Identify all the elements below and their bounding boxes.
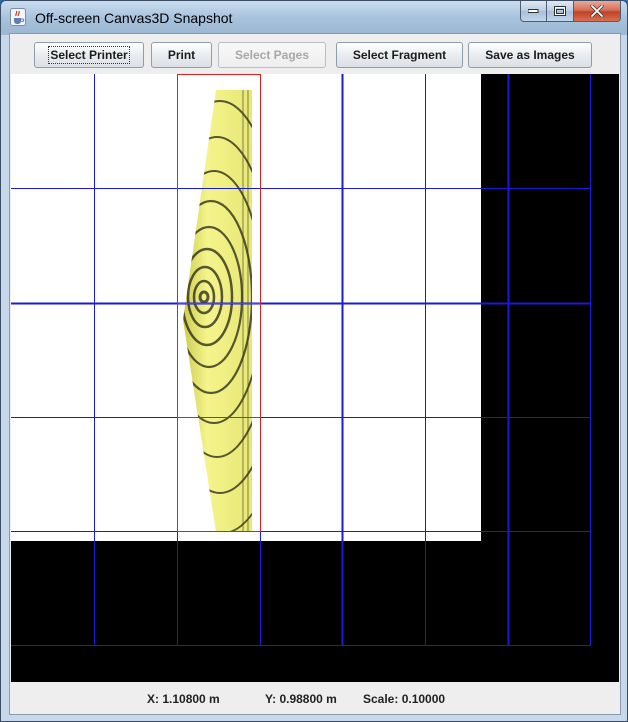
minimize-icon	[528, 9, 539, 13]
print-button[interactable]: Print	[151, 42, 212, 68]
scale-readout: Scale: 0.10000	[363, 692, 446, 706]
status-bar: X: 1.10800 m Y: 0.98800 m Scale: 0.10000	[10, 682, 620, 714]
window-title: Off-screen Canvas3D Snapshot	[35, 10, 233, 26]
select-pages-label: Select Pages	[234, 48, 310, 62]
canvas-3d-view[interactable]	[11, 74, 619, 682]
select-fragment-button[interactable]: Select Fragment	[336, 42, 463, 68]
x-coordinate-readout: X: 1.10800 m	[147, 692, 220, 706]
select-fragment-label: Select Fragment	[352, 48, 447, 62]
app-window: Off-screen Canvas3D Snapshot Select Prin…	[0, 0, 628, 722]
java-cup-icon	[10, 8, 26, 26]
print-label: Print	[167, 48, 196, 62]
toolbar: Select Printer Print Select Pages Select…	[10, 34, 620, 74]
snapshot-canvas[interactable]	[11, 74, 619, 682]
maximize-button[interactable]	[547, 1, 574, 22]
minimize-button[interactable]	[520, 1, 547, 22]
maximize-icon	[554, 6, 566, 16]
save-as-images-button[interactable]: Save as Images	[468, 42, 592, 68]
close-icon	[590, 5, 604, 17]
title-bar[interactable]: Off-screen Canvas3D Snapshot	[1, 1, 627, 33]
select-pages-button[interactable]: Select Pages	[218, 42, 326, 68]
save-as-images-label: Save as Images	[485, 48, 575, 62]
select-printer-label: Select Printer	[48, 46, 130, 64]
select-printer-button[interactable]: Select Printer	[34, 42, 144, 68]
y-coordinate-readout: Y: 0.98800 m	[265, 692, 337, 706]
window-controls	[520, 1, 621, 23]
content-pane: Select Printer Print Select Pages Select…	[9, 33, 621, 715]
close-button[interactable]	[574, 1, 621, 22]
